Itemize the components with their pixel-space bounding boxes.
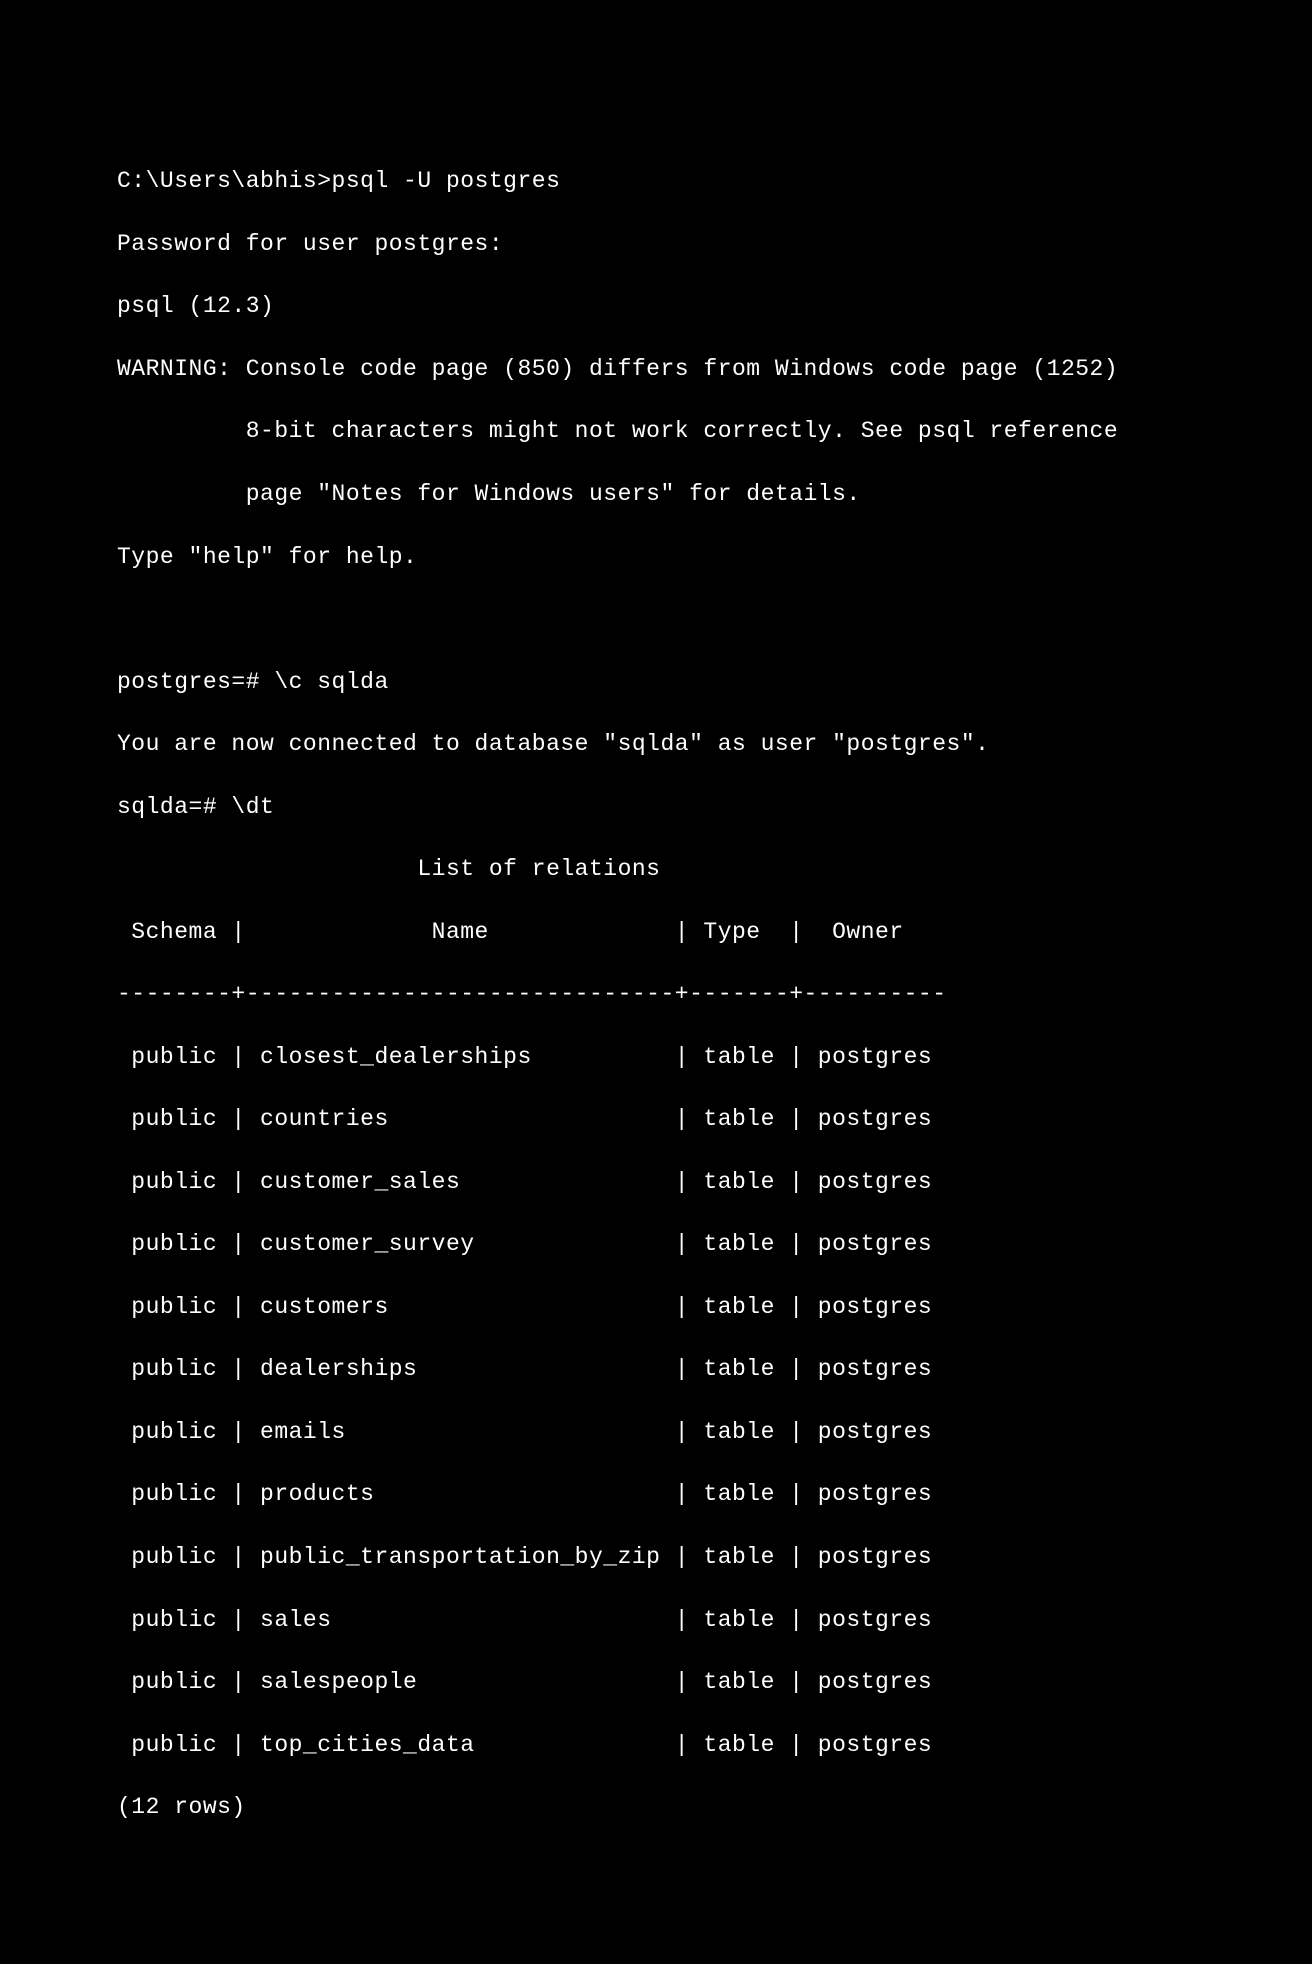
password-prompt: Password for user postgres: xyxy=(117,229,1312,260)
row-count: (12 rows) xyxy=(117,1792,1312,1823)
table-row: public | sales | table | postgres xyxy=(117,1605,1312,1636)
blank-line xyxy=(117,1917,1312,1948)
table-row: public | customer_survey | table | postg… xyxy=(117,1229,1312,1260)
command-line-2: postgres=# \c sqlda xyxy=(117,667,1312,698)
table-row: public | emails | table | postgres xyxy=(117,1417,1312,1448)
table-row: public | dealerships | table | postgres xyxy=(117,1354,1312,1385)
table-row: public | salespeople | table | postgres xyxy=(117,1667,1312,1698)
command-line-1: C:\Users\abhis>psql -U postgres xyxy=(117,166,1312,197)
help-line: Type "help" for help. xyxy=(117,542,1312,573)
table-row: public | top_cities_data | table | postg… xyxy=(117,1730,1312,1761)
command-text: psql -U postgres xyxy=(332,168,561,194)
table-title: List of relations xyxy=(117,854,1312,885)
table-row: public | customers | table | postgres xyxy=(117,1292,1312,1323)
psql-prompt: postgres=# xyxy=(117,669,274,695)
table-row: public | closest_dealerships | table | p… xyxy=(117,1042,1312,1073)
psql-version: psql (12.3) xyxy=(117,291,1312,322)
psql-prompt: sqlda=# xyxy=(117,794,231,820)
table-row: public | countries | table | postgres xyxy=(117,1104,1312,1135)
blank-line xyxy=(117,604,1312,635)
connected-message: You are now connected to database "sqlda… xyxy=(117,729,1312,760)
command-text: \dt xyxy=(231,794,274,820)
warning-line-1: WARNING: Console code page (850) differs… xyxy=(117,354,1312,385)
table-divider: --------+------------------------------+… xyxy=(117,979,1312,1010)
command-text: \c sqlda xyxy=(274,669,388,695)
warning-line-3: page "Notes for Windows users" for detai… xyxy=(117,479,1312,510)
table-header: Schema | Name | Type | Owner xyxy=(117,917,1312,948)
terminal-window[interactable]: C:\Users\abhis>psql -U postgres Password… xyxy=(0,125,1312,1964)
command-line-3: sqlda=# \dt xyxy=(117,792,1312,823)
table-row: public | products | table | postgres xyxy=(117,1479,1312,1510)
table-row: public | public_transportation_by_zip | … xyxy=(117,1542,1312,1573)
shell-prompt: C:\Users\abhis> xyxy=(117,168,332,194)
blank-line xyxy=(117,1855,1312,1886)
warning-line-2: 8-bit characters might not work correctl… xyxy=(117,416,1312,447)
table-row: public | customer_sales | table | postgr… xyxy=(117,1167,1312,1198)
